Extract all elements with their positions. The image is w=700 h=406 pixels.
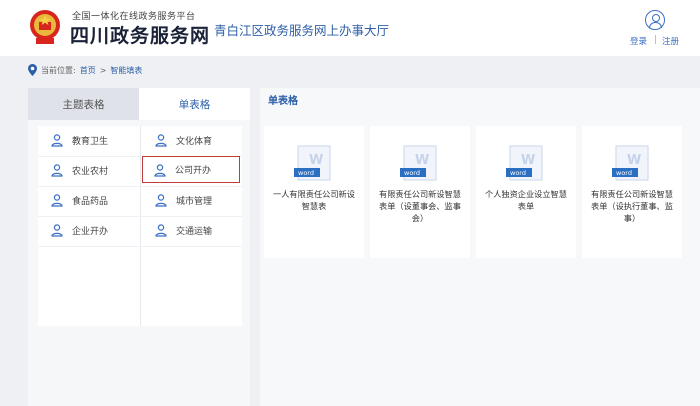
user-icon <box>51 194 63 207</box>
doc-card[interactable]: W word 有限责任公司新设智慧表单（设董事会、监事会） <box>370 126 470 258</box>
category-panel: 主题表格 单表格 教育卫生 文化体育 农业农村 公司开办 食品药品 城市管理 企… <box>28 88 250 406</box>
user-icon <box>51 134 63 147</box>
svg-text:W: W <box>521 153 535 168</box>
word-badge: word <box>404 169 420 177</box>
doc-card[interactable]: W word 有限责任公司新设智慧表单（设执行董事、监事） <box>582 126 682 258</box>
word-badge: word <box>298 169 314 177</box>
location-pin-icon <box>28 64 37 76</box>
svg-text:W: W <box>627 153 641 168</box>
word-badge: word <box>510 169 526 177</box>
category-label: 农业农村 <box>72 166 109 177</box>
category-transportation[interactable]: 交通运输 <box>144 218 240 242</box>
category-company-setup[interactable]: 公司开办 <box>142 156 240 183</box>
breadcrumb-current[interactable]: 智能填表 <box>110 65 142 76</box>
user-icon[interactable] <box>645 10 665 30</box>
site-brand[interactable]: 四川政务服务网 <box>70 21 210 48</box>
svg-text:W: W <box>309 153 323 168</box>
category-urban-management[interactable]: 城市管理 <box>144 188 240 212</box>
breadcrumb-arrow: > <box>99 65 107 75</box>
category-food-drugs[interactable]: 食品药品 <box>40 188 136 212</box>
category-label: 文化体育 <box>176 136 213 147</box>
tab-theme-forms[interactable]: 主题表格 <box>28 88 139 120</box>
doc-card[interactable]: W word 一人有限责任公司新设智慧表 <box>264 126 364 258</box>
category-label: 城市管理 <box>176 196 213 207</box>
category-enterprise-setup[interactable]: 企业开办 <box>40 218 136 242</box>
site-header: 全国一体化在线政务服务平台 四川政务服务网 青白江区政务服务网上办事大厅 登录 … <box>0 0 700 56</box>
category-grid: 教育卫生 文化体育 农业农村 公司开办 食品药品 城市管理 企业开办 交通运输 <box>38 126 242 326</box>
word-badge: word <box>616 169 632 177</box>
user-icon <box>154 163 166 177</box>
category-education-health[interactable]: 教育卫生 <box>40 128 136 152</box>
breadcrumb: 当前位置: 首页 > 智能填表 <box>28 63 142 77</box>
grid-row-divider <box>38 246 242 247</box>
tab-single-forms[interactable]: 单表格 <box>139 88 250 120</box>
word-doc-icon: W word <box>612 145 649 181</box>
category-label: 食品药品 <box>72 196 109 207</box>
separator: | <box>654 35 657 45</box>
category-label: 教育卫生 <box>72 136 109 147</box>
word-doc-icon: W word <box>294 145 331 181</box>
user-icon <box>155 224 167 237</box>
svg-text:W: W <box>415 153 429 168</box>
breadcrumb-prefix: 当前位置: <box>41 65 76 75</box>
category-label: 交通运输 <box>176 226 213 237</box>
category-agriculture[interactable]: 农业农村 <box>40 158 136 182</box>
register-link[interactable]: 注册 <box>662 35 679 47</box>
breadcrumb-home[interactable]: 首页 <box>80 65 96 76</box>
word-doc-icon: W word <box>506 145 543 181</box>
user-icon <box>155 194 167 207</box>
doc-title[interactable]: 一人有限责任公司新设智慧表 <box>270 188 358 212</box>
doc-title[interactable]: 有限责任公司新设智慧表单（设董事会、监事会） <box>376 188 464 224</box>
category-label: 企业开办 <box>72 226 109 237</box>
login-link[interactable]: 登录 <box>630 35 647 47</box>
doc-card[interactable]: W word 个人独资企业设立智慧表单 <box>476 126 576 258</box>
user-icon <box>51 164 63 177</box>
grid-row-divider <box>38 216 242 217</box>
user-icon <box>51 224 63 237</box>
user-icon <box>155 134 167 147</box>
hall-title: 青白江区政务服务网上办事大厅 <box>214 23 390 38</box>
national-emblem-icon <box>30 10 60 44</box>
doc-title[interactable]: 个人独资企业设立智慧表单 <box>482 188 570 212</box>
doc-title[interactable]: 有限责任公司新设智慧表单（设执行董事、监事） <box>588 188 676 224</box>
word-doc-icon: W word <box>400 145 437 181</box>
section-title: 单表格 <box>268 96 298 107</box>
forms-panel: 单表格 W word 一人有限责任公司新设智慧表 W word 有限责任公司新设… <box>260 88 700 406</box>
category-label: 公司开办 <box>175 166 212 176</box>
category-culture-sports[interactable]: 文化体育 <box>144 128 240 152</box>
grid-row-divider <box>38 186 242 187</box>
